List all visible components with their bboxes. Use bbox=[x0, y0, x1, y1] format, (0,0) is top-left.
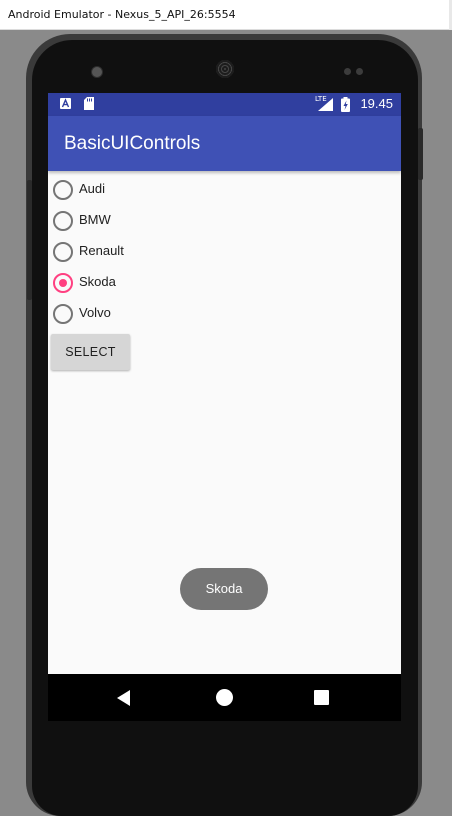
toast-message: Skoda bbox=[180, 568, 268, 610]
status-time: 19.45 bbox=[360, 96, 393, 111]
radio-label: BMW bbox=[79, 212, 111, 227]
app-title: BasicUIControls bbox=[64, 133, 201, 154]
radio-button-icon[interactable] bbox=[53, 211, 73, 231]
status-bar: LTE 19.45 bbox=[48, 93, 401, 116]
radio-label: Audi bbox=[79, 181, 106, 196]
select-button[interactable]: SELECT bbox=[51, 334, 130, 370]
battery-charging-icon bbox=[341, 97, 350, 112]
radio-option-audi[interactable]: Audi bbox=[53, 175, 353, 206]
radio-label: Skoda bbox=[79, 274, 116, 289]
notification-a-icon bbox=[60, 98, 71, 109]
emulator-title-bar: Android Emulator - Nexus_5_API_26:5554 bbox=[0, 0, 452, 30]
signal-icon bbox=[318, 98, 333, 111]
radio-button-icon[interactable] bbox=[53, 304, 73, 324]
radio-option-skoda[interactable]: Skoda bbox=[53, 268, 353, 299]
sensor-dot bbox=[344, 68, 351, 75]
sensor-dot bbox=[356, 68, 363, 75]
radio-button-icon[interactable] bbox=[53, 180, 73, 200]
radio-option-bmw[interactable]: BMW bbox=[53, 206, 353, 237]
front-camera-icon bbox=[91, 66, 103, 78]
recents-icon[interactable] bbox=[314, 690, 329, 705]
radio-option-volvo[interactable]: Volvo bbox=[53, 299, 353, 330]
radio-label: Renault bbox=[79, 243, 124, 258]
volume-button[interactable] bbox=[27, 180, 32, 300]
radio-button-icon[interactable] bbox=[53, 242, 73, 262]
home-icon[interactable] bbox=[216, 689, 233, 706]
earpiece-speaker-icon bbox=[216, 60, 234, 78]
power-button[interactable] bbox=[418, 128, 423, 180]
sd-card-icon bbox=[84, 97, 94, 110]
radio-label: Volvo bbox=[79, 305, 111, 320]
navigation-bar bbox=[48, 674, 401, 721]
app-toolbar: BasicUIControls bbox=[48, 116, 401, 171]
emulator-window-title: Android Emulator - Nexus_5_API_26:5554 bbox=[8, 8, 236, 21]
back-icon[interactable] bbox=[117, 690, 130, 706]
device-screen: LTE 19.45 BasicUIControls Audi BMW Renau… bbox=[48, 93, 401, 721]
radio-option-renault[interactable]: Renault bbox=[53, 237, 353, 268]
radio-button-icon[interactable] bbox=[53, 273, 73, 293]
